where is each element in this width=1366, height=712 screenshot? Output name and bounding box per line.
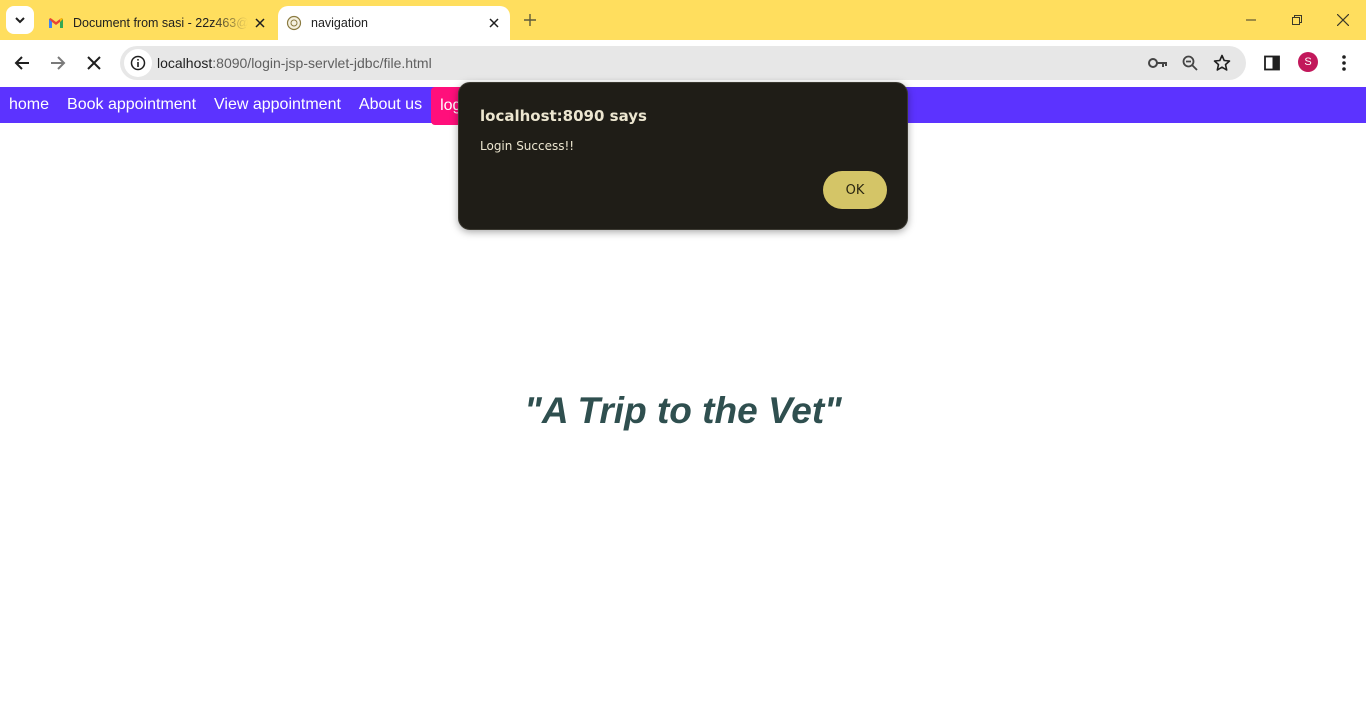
url-path: :8090/login-jsp-servlet-jdbc/file.html — [212, 55, 432, 71]
side-panel-button[interactable] — [1257, 48, 1287, 78]
ok-button[interactable]: OK — [823, 171, 887, 209]
close-icon — [1337, 14, 1349, 26]
url-text[interactable]: localhost:8090/login-jsp-servlet-jdbc/fi… — [157, 55, 432, 71]
tab-search-button[interactable] — [6, 6, 34, 34]
forward-button[interactable] — [43, 48, 73, 78]
back-button[interactable] — [7, 48, 37, 78]
profile-avatar[interactable]: S — [1298, 52, 1318, 72]
menu-button[interactable] — [1329, 48, 1359, 78]
tab-strip: Document from sasi - 22z463@ navigation — [0, 0, 1366, 40]
tab-gmail[interactable]: Document from sasi - 22z463@ — [40, 6, 276, 40]
bookmark-star-icon[interactable] — [1210, 51, 1234, 75]
tab-navigation[interactable]: navigation — [278, 6, 510, 40]
site-icon — [286, 15, 302, 31]
tab-title: navigation — [311, 16, 368, 30]
password-key-icon[interactable] — [1146, 51, 1170, 75]
close-icon — [87, 56, 101, 70]
arrow-left-icon — [14, 56, 29, 70]
info-icon — [130, 55, 146, 71]
minimize-icon — [1246, 19, 1256, 21]
plus-icon — [524, 14, 536, 26]
stop-loading-button[interactable] — [79, 48, 109, 78]
close-window-button[interactable] — [1320, 0, 1366, 40]
browser-toolbar: localhost:8090/login-jsp-servlet-jdbc/fi… — [0, 40, 1366, 87]
tab-title: Document from sasi - 22z463@ — [73, 16, 248, 30]
nav-book-appointment[interactable]: Book appointment — [58, 87, 205, 123]
restore-button[interactable] — [1274, 0, 1320, 40]
more-vertical-icon — [1342, 55, 1346, 71]
nav-home[interactable]: home — [0, 87, 58, 123]
close-tab-icon[interactable] — [482, 11, 506, 35]
close-tab-icon[interactable] — [248, 11, 272, 35]
new-tab-button[interactable] — [518, 8, 542, 32]
chevron-down-icon — [15, 17, 25, 24]
site-info-button[interactable] — [124, 49, 152, 77]
gmail-icon — [48, 15, 64, 31]
dialog-title: localhost:8090 says — [480, 107, 647, 125]
nav-view-appointment[interactable]: View appointment — [205, 87, 350, 123]
restore-icon — [1292, 15, 1302, 25]
minimize-button[interactable] — [1228, 0, 1274, 40]
dialog-message: Login Success!! — [480, 139, 575, 153]
page-quote: "A Trip to the Vet" — [524, 390, 842, 431]
nav-about-us[interactable]: About us — [350, 87, 431, 123]
address-bar[interactable]: localhost:8090/login-jsp-servlet-jdbc/fi… — [120, 46, 1246, 80]
zoom-icon[interactable] — [1178, 51, 1202, 75]
alert-dialog: localhost:8090 says Login Success!! OK — [458, 82, 908, 230]
arrow-right-icon — [51, 56, 66, 70]
side-panel-icon — [1264, 55, 1280, 71]
url-host: localhost — [157, 55, 213, 71]
